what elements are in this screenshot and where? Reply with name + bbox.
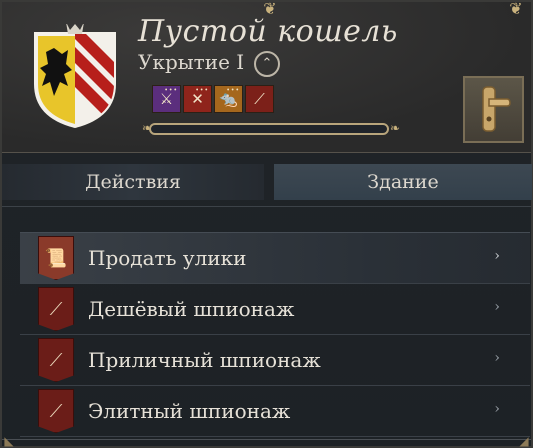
crossed-tools-icon[interactable]: ✕ ••• — [183, 85, 212, 113]
tier-dots: ••• — [195, 87, 209, 94]
action-cheap-espionage[interactable]: ⟋ Дешёвый шпионаж › — [20, 284, 530, 335]
tab-actions[interactable]: Действия — [2, 164, 264, 200]
action-label: Дешёвый шпионаж — [88, 297, 295, 321]
telescope-icon: ⟋ — [38, 338, 74, 382]
hideout-title: Пустой кошель — [138, 14, 398, 49]
sword-icon[interactable]: ⚔ ••• — [152, 85, 181, 113]
panel-header: ❦ ❦ Пустой кошель Укрытие I ⌃ ⚔ ••• ✕ ••• … — [2, 0, 531, 153]
door-handle-button[interactable] — [463, 76, 524, 143]
action-label: Элитный шпионаж — [88, 399, 291, 423]
tab-building[interactable]: Здание — [274, 164, 532, 200]
action-label: Приличный шпионаж — [88, 348, 321, 372]
tier-dots: ••• — [164, 87, 178, 94]
corner-ornament-icon: ◣ — [4, 434, 14, 448]
chevron-up-circle-icon[interactable]: ⌃ — [254, 51, 280, 77]
tab-bar: Действия Здание — [2, 158, 532, 207]
corner-ornament-icon: ◢ — [519, 434, 529, 448]
status-icons: ⚔ ••• ✕ ••• 🐀 ••• ⟋ — [152, 85, 274, 113]
action-sell-evidence[interactable]: 📜 Продать улики › — [20, 232, 530, 284]
hideout-level: Укрытие I — [138, 50, 245, 74]
chevron-right-icon: › — [494, 299, 500, 315]
tier-dots: ••• — [226, 87, 240, 94]
chevron-right-icon: › — [494, 401, 500, 417]
door-handle-icon — [481, 85, 511, 132]
action-decent-espionage[interactable]: ⟋ Приличный шпионаж › — [20, 335, 530, 386]
telescope-icon: ⟋ — [38, 389, 74, 433]
rat-icon[interactable]: 🐀 ••• — [214, 85, 243, 113]
chevron-right-icon: › — [494, 350, 500, 366]
action-label: Продать улики — [88, 246, 247, 270]
scroll-icon: 📜 — [38, 236, 74, 280]
hideout-panel: ❦ ❦ Пустой кошель Укрытие I ⌃ ⚔ ••• ✕ ••• … — [0, 0, 533, 448]
bottom-border — [2, 439, 531, 446]
telescope-icon[interactable]: ⟋ — [245, 85, 274, 113]
telescope-icon: ⟋ — [38, 287, 74, 331]
action-elite-espionage[interactable]: ⟋ Элитный шпионаж › — [20, 386, 530, 437]
heraldic-shield-icon — [34, 24, 116, 128]
progress-right-ornament-icon: ❧ — [389, 121, 401, 135]
action-list: 📜 Продать улики › ⟋ Дешёвый шпионаж › ⟋ … — [20, 232, 530, 437]
chevron-right-icon: › — [494, 248, 500, 264]
corner-ornament-icon: ❦ — [509, 0, 523, 18]
progress-bar — [149, 123, 389, 135]
status-glyph: ⟋ — [254, 90, 265, 108]
